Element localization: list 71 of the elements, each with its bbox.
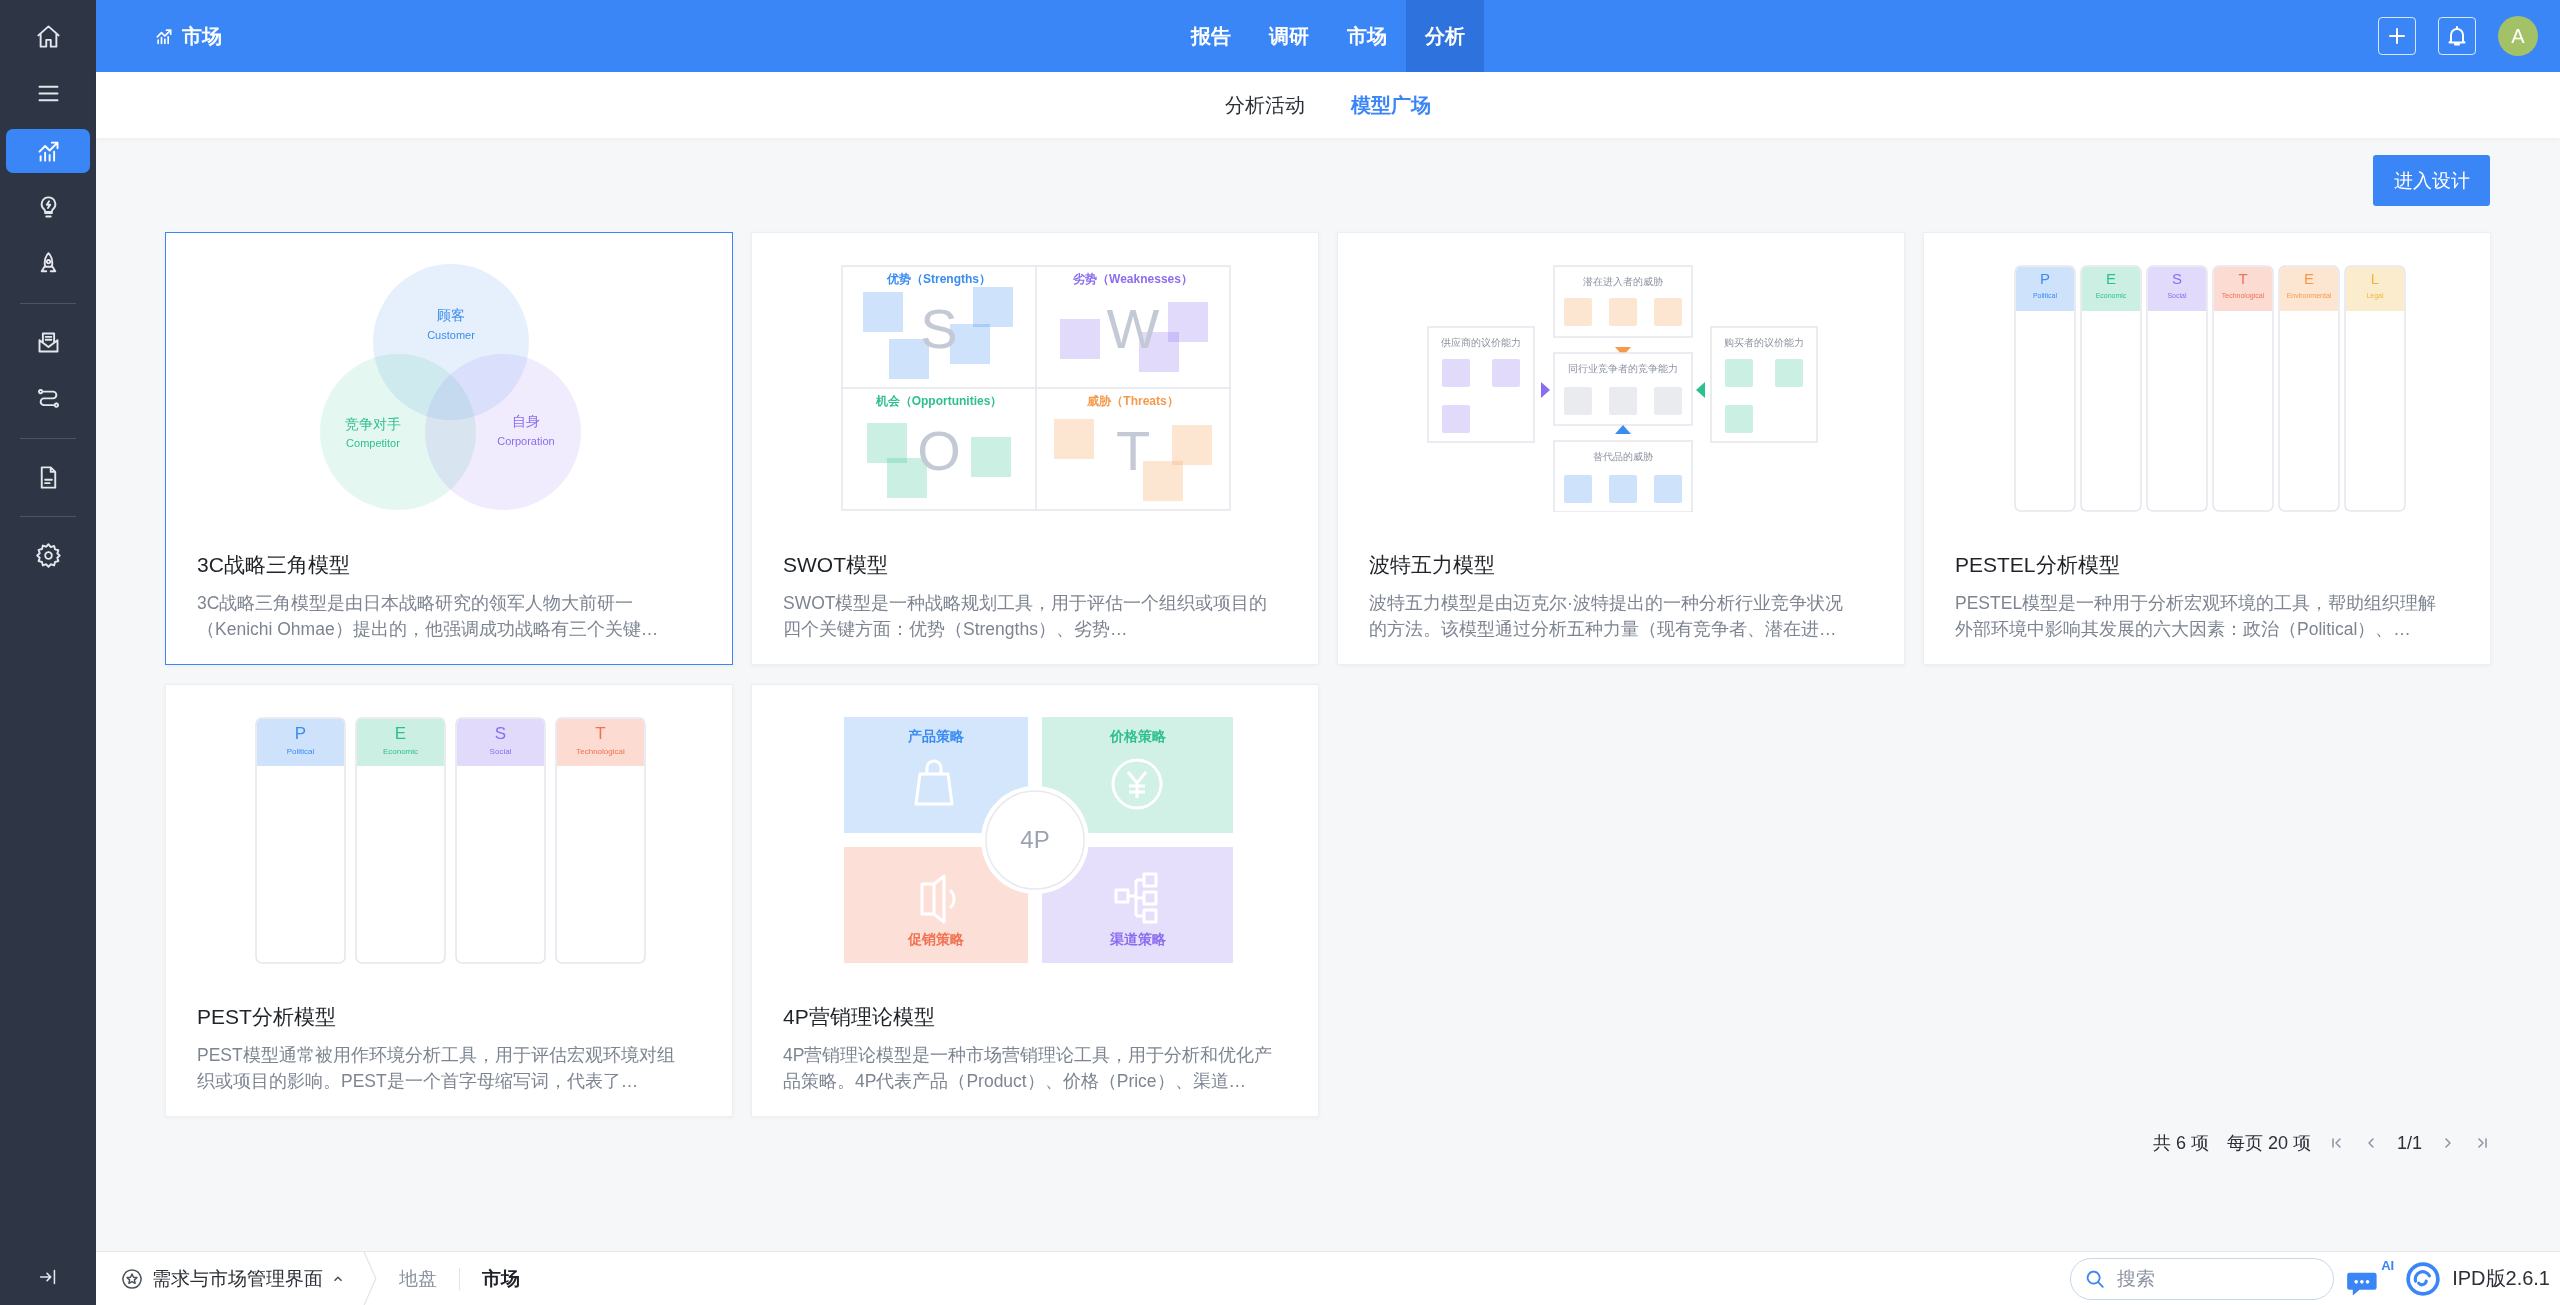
column-letter: E [2304, 270, 2314, 287]
column-letter: S [494, 724, 507, 743]
quadrant-label: 威胁（Threats） [1087, 394, 1179, 408]
card-description: PEST模型通常被用作环境分析工具，用于评估宏观环境对组织或项目的影响。PEST是一个首字母缩写词，代表了… [196, 1044, 676, 1093]
card-description: 4P营销理论模型是一种市场营销理论工具，用于分析和优化产品策略。4P代表产品（Product）、价格（Price）、渠道… [782, 1044, 1274, 1093]
circle-subtitle: Corporation [497, 435, 555, 447]
breadcrumb-item[interactable]: 市场 [482, 1265, 520, 1292]
circle-title: 自身 [512, 413, 540, 429]
column-letter: E [394, 724, 407, 743]
column-letter: L [2370, 270, 2380, 287]
quadrant-label: 劣势（Weaknesses） [1073, 272, 1193, 286]
model-card[interactable]: 优势（Strengths） S 劣势（Weaknesses） W 机会（Opportunities） O 威胁（Threats） T SWOT模型 SWOT模型是一种战略规划工具，用于评估一个组织或项目的四个关键方面：优势（Strengths）、劣势… [751, 232, 1319, 665]
column-letter: S [2172, 270, 2182, 287]
strategy-label: 促销策略 [908, 931, 964, 947]
swot-letter: S [920, 297, 958, 360]
force-label: 购买者的议价能力 [1724, 337, 1804, 348]
strategy-label: 渠道策略 [1109, 931, 1166, 947]
force-label: 同行业竞争者的竞争能力 [1568, 363, 1678, 374]
card-title: 4P营销理论模型 [782, 1004, 936, 1030]
search-field[interactable]: 搜索 [2070, 1257, 2335, 1300]
card-title: 3C战略三角模型 [196, 552, 351, 578]
page-number: 1/1 [2396, 1132, 2422, 1154]
strategy-label: 价格策略 [1109, 728, 1166, 744]
column-letter: P [2040, 270, 2050, 287]
total-count: 共 6 项 [2152, 1132, 2209, 1155]
circle-title: 竞争对手 [345, 416, 401, 432]
force-label: 供应商的议价能力 [1441, 337, 1521, 348]
model-card[interactable]: 产品策略 价格策略 促销策略 渠道策略 4P 4P营销理论模型 4P营销理论模型是一种市场营销理论工具，用于分析和优化产品策略。4P代表产品（Product）、价格（Price）、渠道… [751, 684, 1319, 1117]
nav-tab[interactable]: 调研 [1250, 0, 1328, 72]
column-letter: T [595, 724, 606, 743]
subnav-tab[interactable]: 分析活动 [1225, 91, 1305, 119]
model-card[interactable]: P Political E Economic S Social T Technological PEST分析模型 PEST模型通常被用作环境分析工具，用于评估宏观环境对组织或项目的影响。PEST是一个首字母缩写词，代表了… [165, 684, 733, 1117]
circle-title: 顾客 [437, 307, 465, 323]
card-title: PEST分析模型 [196, 1004, 337, 1030]
column-name: Economic [382, 747, 419, 756]
nav-tab[interactable]: 市场 [1328, 0, 1406, 72]
nav-tab[interactable]: 报告 [1172, 0, 1250, 72]
swot-letter: W [1106, 297, 1160, 360]
card-description: 3C战略三角模型是由日本战略研究的领军人物大前研一（Kenichi Ohmae）提出的，他强调成功战略有三个关键… [196, 592, 660, 641]
version-label: IPD版2.6.1 [2452, 1266, 2550, 1291]
center-label: 4P [1020, 826, 1050, 853]
card-description: SWOT模型是一种战略规划工具，用于评估一个组织或项目的四个关键方面：优势（Strengths）、劣势… [782, 592, 1269, 641]
workspace-selector[interactable]: 需求与市场管理界面 [120, 1265, 345, 1292]
card-title: SWOT模型 [782, 552, 889, 578]
column-name: Political [286, 747, 315, 756]
column-letter: T [2238, 270, 2248, 287]
swot-letter: T [1115, 419, 1151, 482]
design-button[interactable]: 进入设计 [2373, 155, 2490, 206]
column-letter: P [294, 724, 307, 743]
strategy-label: 产品策略 [908, 728, 964, 744]
ai-assistant-button[interactable]: AI [2346, 1257, 2395, 1300]
card-title: 波特五力模型 [1368, 552, 1496, 578]
nav-tab[interactable]: 分析 [1406, 0, 1484, 72]
circle-subtitle: Customer [427, 329, 475, 341]
module-title: 市场 [182, 23, 222, 49]
card-description: PESTEL模型是一种用于分析宏观环境的工具，帮助组织理解外部环境中影响其发展的六大因素：政治（Political）、… [1954, 592, 2438, 641]
quadrant-label: 优势（Strengths） [887, 272, 991, 286]
column-name: Social [489, 747, 512, 756]
column-name: Technological [576, 747, 625, 756]
card-title: PESTEL分析模型 [1954, 552, 2121, 578]
quadrant-label: 机会（Opportunities） [875, 394, 1003, 408]
subnav-tab[interactable]: 模型广场 [1351, 91, 1431, 119]
circle-subtitle: Competitor [346, 437, 400, 449]
page-size[interactable]: 每页 20 项 [2226, 1131, 2311, 1155]
model-card[interactable]: 顾客 Customer 竞争对手 Competitor 自身 Corporation 3C战略三角模型 3C战略三角模型是由日本战略研究的领军人物大前研一（Kenichi Ohmae）提出的，他强调成功战略有三个关键… [165, 232, 733, 665]
force-label: 替代品的威胁 [1593, 451, 1653, 462]
card-description: 波特五力模型是由迈克尔·波特提出的一种分析行业竞争状况的方法。该模型通过分析五种力量（现有竞争者、潜在进… [1368, 592, 1844, 641]
swot-letter: O [917, 419, 961, 482]
column-letter: E [2106, 270, 2116, 287]
force-label: 潜在进入者的威胁 [1583, 276, 1663, 287]
model-card[interactable]: 潜在进入者的威胁 供应商的议价能力 同行业竞争者的竞争能力 购买者的议价能力 替代品的威胁 波特五力模型 波特五力模型是由迈克尔·波特提出的一种分析行业竞争状况的方法。该模型通过分析五种力量（现有竞争者、潜在进… [1337, 232, 1905, 665]
